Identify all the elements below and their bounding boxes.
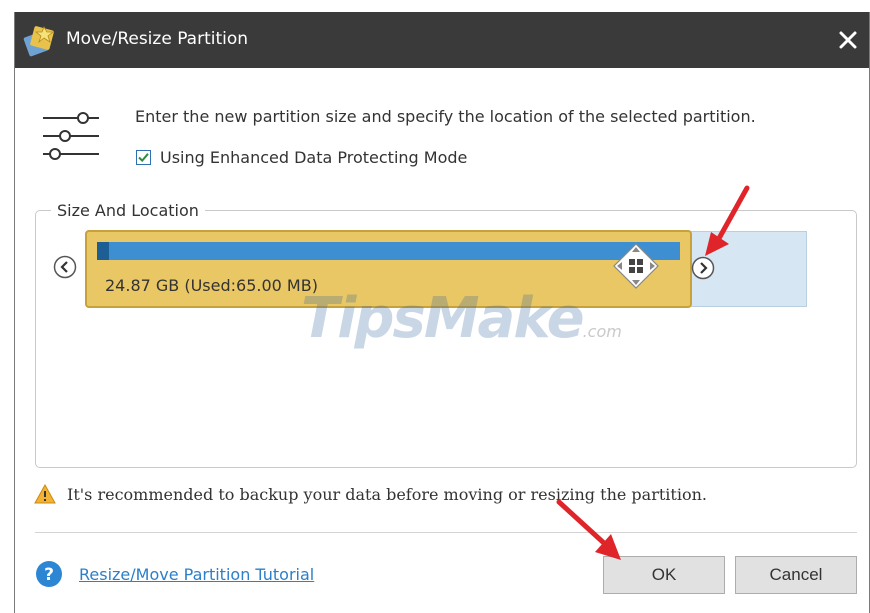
instruction-text: Enter the new partition size and specify… [135, 107, 756, 126]
partition-block[interactable]: 24.87 GB (Used:65.00 MB) [85, 230, 692, 308]
title-bar: Move/Resize Partition [15, 12, 869, 68]
check-icon [138, 153, 149, 163]
enhanced-mode-label: Using Enhanced Data Protecting Mode [160, 148, 468, 167]
size-location-label: Size And Location [51, 201, 205, 220]
chevron-left-icon[interactable] [53, 255, 77, 279]
svg-text:?: ? [44, 565, 54, 585]
window-title: Move/Resize Partition [66, 29, 249, 49]
move-handle-icon[interactable] [613, 243, 659, 289]
partition-used-fill [97, 242, 109, 260]
warning-text: It's recommended to backup your data bef… [67, 485, 707, 504]
enhanced-mode-checkbox[interactable] [136, 150, 151, 165]
app-partition-icon [23, 26, 55, 57]
partition-size-label: 24.87 GB (Used:65.00 MB) [105, 276, 318, 295]
help-icon[interactable]: ? [35, 560, 63, 588]
chevron-right-icon[interactable] [691, 256, 715, 280]
ok-button[interactable]: OK [603, 556, 725, 594]
footer-divider [35, 532, 857, 533]
tutorial-link[interactable]: Resize/Move Partition Tutorial [79, 565, 314, 584]
settings-sliders-icon [43, 112, 99, 160]
cancel-button[interactable]: Cancel [735, 556, 857, 594]
close-icon[interactable] [831, 23, 865, 57]
partition-usage-bar [97, 242, 680, 260]
move-resize-dialog: Move/Resize Partition Enter the new part… [14, 12, 870, 613]
enhanced-mode-option[interactable]: Using Enhanced Data Protecting Mode [136, 148, 467, 167]
warning-icon [34, 484, 56, 504]
